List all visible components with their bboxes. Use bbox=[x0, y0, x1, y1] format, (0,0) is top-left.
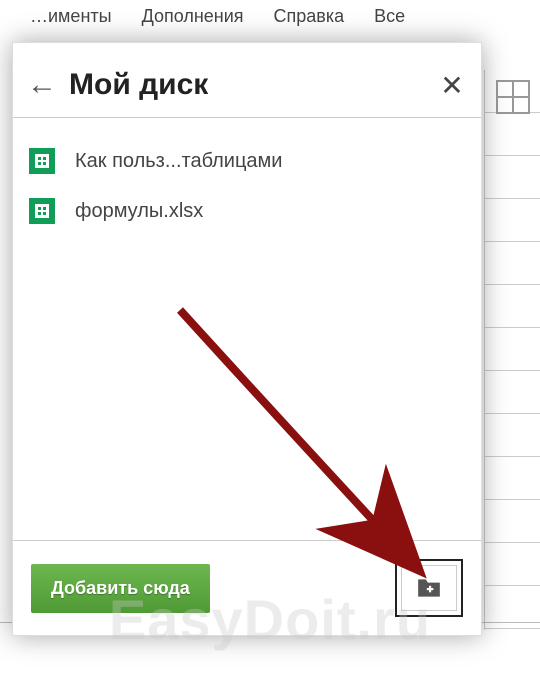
background-spreadsheet-cells bbox=[484, 70, 540, 630]
spreadsheet-icon bbox=[29, 148, 55, 174]
spreadsheet-icon bbox=[29, 198, 55, 224]
back-arrow-icon[interactable]: ← bbox=[27, 68, 65, 102]
dialog-footer: Добавить сюда bbox=[13, 540, 481, 635]
file-picker-dialog: ← Мой диск ✕ Как польз...таблицами форму… bbox=[12, 42, 482, 636]
menu-item: Все bbox=[374, 6, 405, 34]
file-list: Как польз...таблицами формулы.xlsx bbox=[13, 128, 481, 540]
menu-item: Дополнения bbox=[142, 6, 244, 34]
file-name: формулы.xlsx bbox=[75, 200, 203, 223]
background-menu-bar: …именты Дополнения Справка Все bbox=[0, 0, 540, 40]
file-item[interactable]: формулы.xlsx bbox=[17, 186, 477, 236]
dialog-header: ← Мой диск ✕ bbox=[13, 43, 481, 117]
file-name: Как польз...таблицами bbox=[75, 150, 282, 173]
dialog-title: Мой диск bbox=[65, 68, 437, 102]
header-divider bbox=[13, 117, 481, 118]
file-item[interactable]: Как польз...таблицами bbox=[17, 136, 477, 186]
close-icon[interactable]: ✕ bbox=[437, 69, 467, 102]
grid-view-icon bbox=[496, 80, 530, 114]
new-folder-highlight-box bbox=[395, 559, 463, 617]
add-here-button[interactable]: Добавить сюда bbox=[31, 564, 210, 613]
menu-item: Справка bbox=[274, 6, 345, 34]
new-folder-button[interactable] bbox=[401, 565, 457, 611]
new-folder-icon bbox=[416, 577, 442, 599]
menu-item: …именты bbox=[30, 6, 112, 34]
